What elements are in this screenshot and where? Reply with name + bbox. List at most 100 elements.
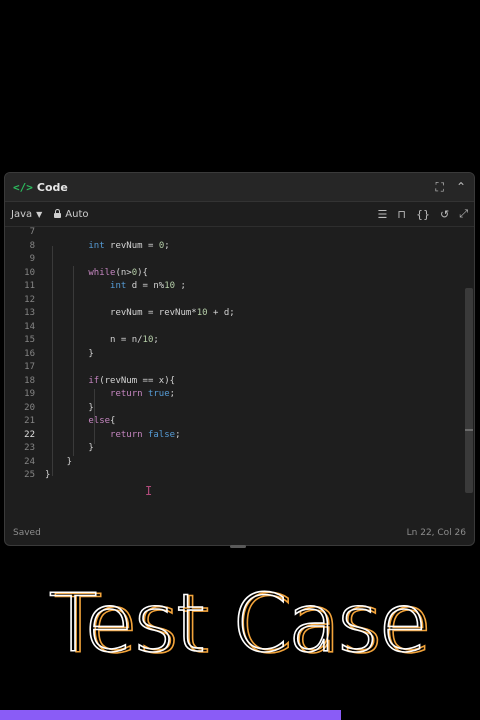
- fullscreen-icon[interactable]: ⛶: [436, 180, 444, 195]
- code-line[interactable]: 11 int d = n%10 ;: [5, 280, 474, 294]
- code-line[interactable]: 25}: [5, 469, 474, 483]
- code-text: }: [45, 469, 50, 483]
- line-number: 22: [24, 429, 35, 440]
- code-line[interactable]: 21 else{: [5, 415, 474, 429]
- code-line[interactable]: 16 }: [5, 348, 474, 362]
- line-number: 23: [24, 443, 35, 453]
- editor-toolbar: Java ▼ Auto ☰ ⊓ {} ↺ ⤢: [5, 202, 474, 227]
- code-token: if: [88, 375, 100, 386]
- lock-icon: [54, 209, 62, 218]
- code-token: }: [45, 456, 73, 467]
- bookmark-icon[interactable]: ⊓: [397, 208, 406, 221]
- code-token: + d;: [207, 308, 235, 318]
- banner-svg: Test Case Test Case: [48, 576, 433, 672]
- line-number: 24: [24, 456, 35, 467]
- resize-handle[interactable]: [230, 545, 246, 548]
- reset-icon[interactable]: ↺: [440, 208, 449, 221]
- code-line[interactable]: 12: [5, 294, 474, 308]
- line-number: 12: [24, 294, 35, 305]
- code-text: int revNum = 0;: [45, 240, 170, 254]
- indent-guide: [94, 416, 95, 444]
- code-text: return false;: [45, 429, 180, 443]
- line-number: 15: [24, 335, 35, 345]
- line-number: 14: [24, 321, 35, 332]
- line-number: 25: [24, 470, 35, 480]
- line-number: 7: [29, 227, 35, 237]
- line-number: 17: [24, 362, 35, 372]
- code-text: int d = n%10 ;: [45, 280, 186, 294]
- expand-icon[interactable]: ⤢: [459, 207, 468, 221]
- code-text: while(n>0){: [45, 267, 148, 281]
- code-token: ;: [175, 429, 181, 440]
- code-token: (n>: [115, 267, 132, 278]
- code-line[interactable]: 19 return true;: [5, 388, 474, 402]
- code-token: return: [110, 389, 143, 399]
- line-number: 13: [24, 308, 35, 318]
- code-token: 10: [142, 335, 154, 345]
- line-number: 10: [24, 267, 35, 278]
- chevron-down-icon: ▼: [36, 209, 43, 219]
- cursor-position: Ln 22, Col 26: [406, 528, 466, 538]
- code-token: 10: [196, 308, 208, 318]
- code-line[interactable]: 17: [5, 361, 474, 375]
- language-label: Java: [11, 208, 33, 220]
- code-token: ;: [164, 240, 170, 251]
- line-number: 8: [29, 240, 35, 251]
- code-line[interactable]: 13 revNum = revNum*10 + d;: [5, 307, 474, 321]
- code-token: while: [88, 267, 116, 278]
- panel-header: </> Code ⛶ ⌃: [5, 173, 474, 202]
- line-number: 18: [24, 375, 35, 386]
- code-text: if(revNum == x){: [45, 375, 175, 389]
- language-select[interactable]: Java ▼: [11, 209, 42, 220]
- line-number: 20: [24, 402, 35, 413]
- code-line[interactable]: 7: [5, 226, 474, 240]
- code-line[interactable]: 20 }: [5, 402, 474, 416]
- scrollbar-marker: [465, 429, 473, 431]
- scrollbar-thumb[interactable]: [465, 288, 473, 493]
- code-line[interactable]: 10 while(n>0){: [5, 267, 474, 281]
- status-bar: Saved Ln 22, Col 26: [5, 521, 474, 545]
- code-token: ){: [137, 267, 148, 278]
- code-token: d = n%: [126, 281, 165, 291]
- code-text: n = n/10;: [45, 334, 159, 348]
- progress-fill: [0, 710, 341, 720]
- test-case-banner: Test Case Test Case: [0, 570, 480, 680]
- line-number: 9: [29, 254, 35, 264]
- code-text: return true;: [45, 388, 175, 402]
- code-line[interactable]: 18 if(revNum == x){: [5, 375, 474, 389]
- code-token: {: [110, 416, 116, 426]
- code-line[interactable]: 15 n = n/10;: [5, 334, 474, 348]
- code-text: }: [45, 456, 72, 470]
- code-line[interactable]: 9: [5, 253, 474, 267]
- code-token: n = n/: [45, 335, 143, 345]
- code-token: else: [88, 416, 111, 426]
- indent-guide: [73, 266, 74, 456]
- collapse-icon[interactable]: ⌃: [456, 180, 466, 194]
- code-token: 10: [164, 281, 176, 291]
- line-number: 16: [24, 348, 35, 359]
- format-icon[interactable]: ☰: [378, 208, 388, 221]
- code-token: }: [45, 470, 51, 480]
- line-number: 21: [24, 416, 35, 426]
- code-token: ;: [169, 389, 176, 399]
- code-line[interactable]: 24 }: [5, 456, 474, 470]
- code-token: ;: [153, 335, 159, 345]
- braces-icon[interactable]: {}: [416, 208, 430, 221]
- code-token: revNum = revNum*: [45, 308, 197, 318]
- code-line[interactable]: 23 }: [5, 442, 474, 456]
- auto-mode[interactable]: Auto: [54, 208, 89, 220]
- code-editor[interactable]: 78 int revNum = 0; 9 10 while(n>0){11 int …: [5, 226, 474, 496]
- code-token: (revNum == x){: [99, 375, 176, 386]
- code-token: int: [88, 240, 105, 251]
- code-token: false: [147, 429, 176, 440]
- code-line[interactable]: 14: [5, 321, 474, 335]
- code-line[interactable]: 22 return false;: [5, 429, 474, 443]
- line-number: 19: [24, 389, 35, 399]
- code-token: return: [110, 429, 143, 440]
- code-line[interactable]: 8 int revNum = 0;: [5, 240, 474, 254]
- progress-bar: [0, 710, 480, 720]
- mode-label: Auto: [65, 208, 89, 220]
